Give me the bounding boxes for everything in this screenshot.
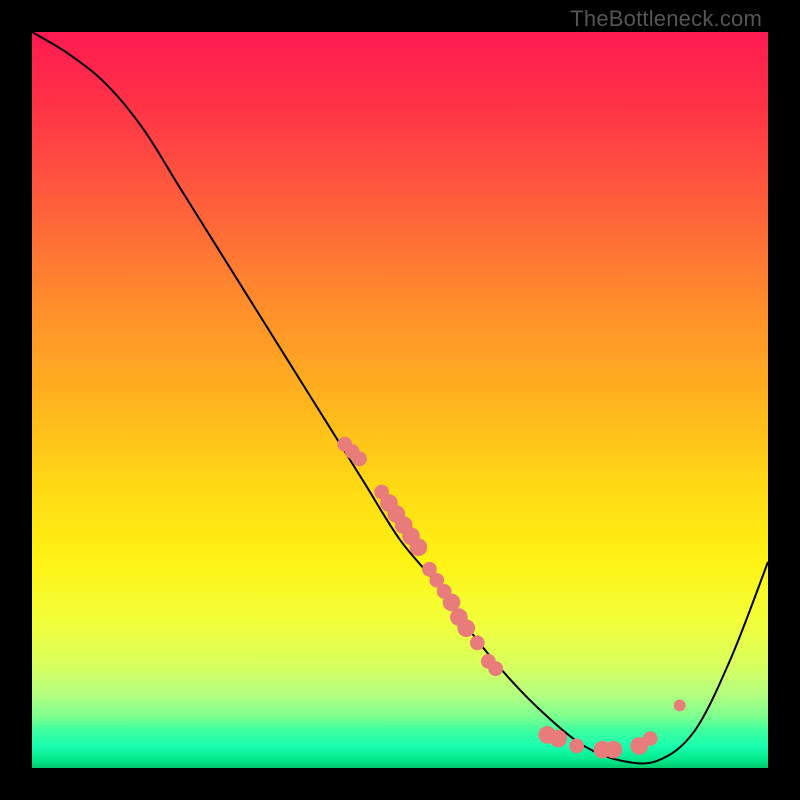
plot-area bbox=[32, 32, 768, 768]
chart-stage: TheBottleneck.com bbox=[0, 0, 800, 800]
attribution-label: TheBottleneck.com bbox=[570, 6, 762, 32]
gradient-background bbox=[32, 32, 768, 768]
